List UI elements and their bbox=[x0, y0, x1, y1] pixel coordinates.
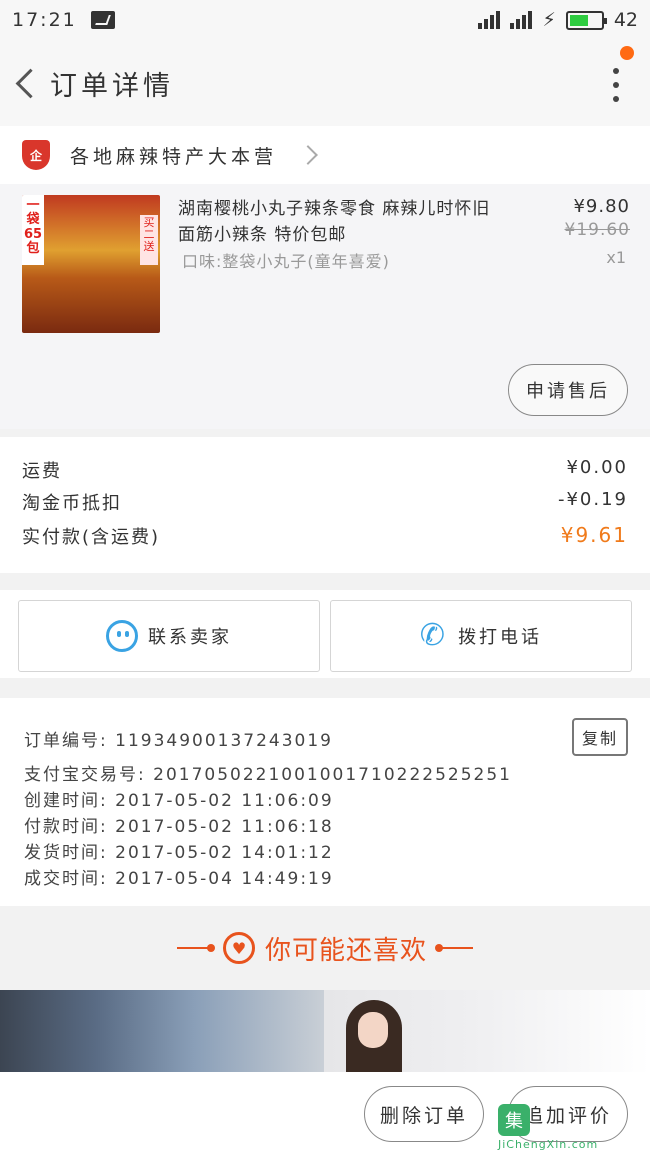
header: 订单详情 bbox=[0, 40, 650, 126]
shipping-value: ¥0.00 bbox=[566, 457, 628, 478]
watermark-url: JiChengXin.com bbox=[498, 1138, 599, 1151]
order-info: 订单编号: 1193490013724301­9 复制 支付宝交易号: 2017… bbox=[0, 698, 650, 906]
call-seller-button[interactable]: ✆ 拨打电话 bbox=[330, 600, 632, 672]
product-image[interactable]: 一袋65包 买二送 bbox=[22, 195, 160, 333]
product-price: ¥9.80 bbox=[573, 196, 630, 217]
contact-section: 联系卖家 ✆ 拨打电话 bbox=[0, 590, 650, 678]
recommend-item-jeans[interactable] bbox=[0, 990, 324, 1072]
delete-order-button[interactable]: 删除订单 bbox=[364, 1086, 484, 1142]
order-number: 订单编号: 1193490013724301­9 bbox=[24, 731, 334, 751]
coin-deduct-label: 淘金币抵扣 bbox=[22, 493, 122, 514]
status-right: ⚡ 42 bbox=[478, 9, 638, 31]
divider-left bbox=[176, 944, 215, 952]
signal-hplus-icon bbox=[510, 11, 533, 29]
shop-badge-icon: 企 bbox=[22, 140, 50, 170]
cost-summary: 运费 ¥0.00 淘金币抵扣 -¥0.19 实付款(含运费) ¥9.61 bbox=[0, 437, 650, 573]
recommend-item-model[interactable] bbox=[324, 990, 650, 1072]
total-paid-label: 实付款(含运费) bbox=[22, 527, 161, 548]
call-seller-label: 拨打电话 bbox=[458, 627, 543, 648]
contact-seller-label: 联系卖家 bbox=[148, 627, 232, 648]
product-image-promo: 买二送 bbox=[140, 215, 158, 265]
battery-icon bbox=[565, 10, 607, 30]
product-title: 湖南樱桃小丸子辣条零食 麻辣儿时怀旧面筋小辣条 特价包邮 bbox=[178, 199, 491, 245]
copy-button[interactable]: 复制 bbox=[572, 718, 628, 756]
shipped-time: 发货时间: 2017-05-02 14:01:12 bbox=[24, 843, 334, 863]
paid-time: 付款时间: 2017-05-02 11:06:18 bbox=[24, 817, 334, 837]
charging-icon: ⚡ bbox=[542, 9, 556, 31]
page-title: 订单详情 bbox=[50, 70, 174, 102]
total-paid-row: 实付款(含运费) ¥9.61 bbox=[22, 523, 628, 549]
battery-level: 42 bbox=[613, 9, 638, 31]
after-sale-button[interactable]: 申请售后 bbox=[508, 364, 628, 416]
contact-seller-button[interactable]: 联系卖家 bbox=[18, 600, 320, 672]
recommend-header: ♥ 你可能还喜欢 bbox=[0, 906, 650, 990]
divider-right bbox=[435, 944, 473, 952]
more-menu-icon[interactable] bbox=[612, 68, 620, 102]
status-bar: 17:21 ⚡ 42 bbox=[0, 0, 650, 40]
coin-deduct-value: -¥0.19 bbox=[557, 489, 628, 510]
notification-dot bbox=[620, 46, 634, 60]
signal-icon bbox=[478, 11, 501, 29]
alipay-trade-number: 支付宝交易号: 2017050221001001710222525251 bbox=[24, 765, 512, 785]
recommend-title: 你可能还喜欢 bbox=[264, 935, 427, 966]
coin-deduct-row: 淘金币抵扣 -¥0.19 bbox=[22, 489, 628, 515]
back-icon[interactable] bbox=[4, 61, 48, 105]
heart-icon: ♥ bbox=[222, 932, 255, 964]
message-notification-icon bbox=[90, 11, 115, 29]
shop-row[interactable]: 企 各地麻辣特产大本营 bbox=[0, 126, 650, 184]
site-watermark: 集 JiChengXin.com bbox=[498, 1104, 646, 1154]
phone-icon: ✆ bbox=[419, 618, 449, 653]
shipping-label: 运费 bbox=[22, 461, 62, 482]
product-item[interactable]: 一袋65包 买二送 湖南樱桃小丸子辣条零食 麻辣儿时怀旧面筋小辣条 特价包邮 口… bbox=[0, 184, 650, 429]
chat-icon bbox=[106, 620, 138, 652]
created-time: 创建时间: 2017-05-02 11:06:09 bbox=[24, 791, 334, 811]
chevron-right-icon bbox=[298, 145, 318, 165]
shipping-row: 运费 ¥0.00 bbox=[22, 457, 628, 483]
total-paid-value: ¥9.61 bbox=[560, 523, 628, 547]
product-image-tag: 一袋65包 bbox=[22, 195, 44, 265]
completed-time: 成交时间: 2017-05-04 14:49:19 bbox=[24, 869, 334, 889]
product-quantity: x1 bbox=[606, 248, 626, 267]
shop-name: 各地麻辣特产大本营 bbox=[70, 145, 278, 168]
watermark-logo-icon: 集 bbox=[498, 1104, 530, 1136]
status-time: 17:21 bbox=[12, 9, 77, 31]
product-original-price: ¥19.60 bbox=[564, 220, 630, 240]
product-variant: 口味:整袋小丸子(童年喜爱) bbox=[182, 252, 390, 271]
